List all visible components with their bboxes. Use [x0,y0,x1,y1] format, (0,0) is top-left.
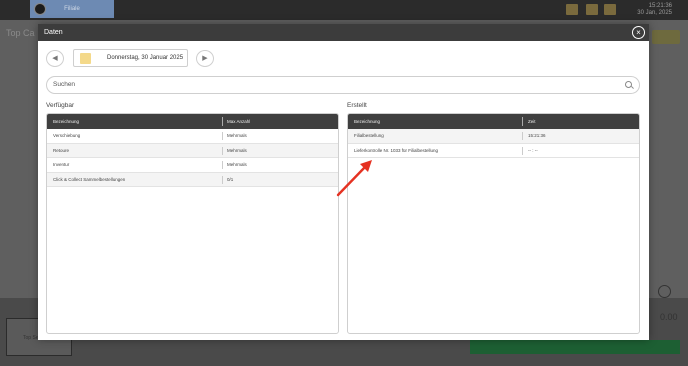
app-topbar: Filiale 15:21:36 30 Jan, 2025 [0,0,688,20]
row-time: 15:21:36 [528,133,546,138]
column-divider [222,161,223,169]
dialog-header: Daten × [38,24,649,41]
available-table: Bezeichnung Max Anzahl Verschiebung Mehr… [46,113,339,334]
available-title: Verfügbar [46,102,75,109]
date-picker[interactable]: Donnerstag, 30 Januar 2025 [73,49,188,67]
table-row[interactable]: Click & Collect Sammelbestellungen 0/1 [47,172,338,187]
table-header: Bezeichnung Max Anzahl [47,114,338,129]
close-icon[interactable]: × [632,26,645,39]
row-max: Mehrmals [227,147,247,153]
app-logo-icon [34,3,46,15]
action-button[interactable] [652,30,680,44]
category-card-label: Top Se [23,335,39,341]
row-name: Retoure [53,147,70,153]
column-divider [222,117,223,126]
app-tab-label: Filiale [64,6,80,12]
table-row[interactable]: Verschiebung Mehrmals [47,129,338,144]
column-header-max: Max Anzahl [227,119,251,124]
row-name: Filialbestellung [354,133,384,138]
home-icon[interactable] [566,4,578,15]
table-row[interactable]: Retoure Mehrmals [47,143,338,158]
row-name: Click & Collect Sammelbestellungen [53,176,126,182]
row-max: 0/1 [227,176,234,182]
chevron-left-icon[interactable]: ◀ [46,50,64,67]
printer-icon[interactable] [586,4,598,15]
column-divider [222,146,223,155]
chevron-right-icon[interactable]: ▶ [196,50,214,67]
search-placeholder: Suchen [53,81,76,88]
table-row[interactable]: Inventur Mehrmals [47,158,338,173]
date-label: Donnerstag, 30 Januar 2025 [107,55,184,61]
table-row[interactable]: Filialbestellung 15:21:36 [348,129,639,144]
settings-icon[interactable] [604,4,616,15]
column-header-time: Zeit [528,119,536,124]
total-price: 0.00 [660,312,678,322]
clock-date: 30 Jan, 2025 [637,10,672,16]
created-title: Erstellt [347,102,367,109]
search-icon [625,81,632,88]
row-name: Lieferkontrolle Nr. 1033 für Filialbeste… [354,147,439,153]
clock: 15:21:36 30 Jan, 2025 [637,3,672,17]
table-row[interactable]: Lieferkontrolle Nr. 1033 für Filialbeste… [348,144,639,158]
clock-time: 15:21:36 [648,3,672,9]
page-title: Top Ca [6,28,35,38]
row-max: Mehrmals [227,162,247,167]
column-divider [222,175,223,184]
column-header-name: Bezeichnung [354,119,381,124]
column-header-name: Bezeichnung [53,119,80,124]
row-time: -- : -- [528,147,538,153]
created-table: Bezeichnung Zeit Filialbestellung 15:21:… [347,113,640,334]
annotation-arrow-icon [336,160,372,197]
clear-icon[interactable] [658,285,671,298]
column-divider [522,117,523,126]
column-divider [222,132,223,140]
calendar-icon [80,53,91,64]
app-tab-filiale[interactable]: Filiale [30,0,114,18]
row-name: Inventur [53,162,70,167]
dialog-title: Daten [44,29,63,36]
row-max: Mehrmals [227,133,247,138]
search-input[interactable]: Suchen [46,76,640,94]
pay-button[interactable] [470,340,680,354]
table-header: Bezeichnung Zeit [348,114,639,129]
column-divider [522,146,523,155]
column-divider [522,132,523,140]
row-name: Verschiebung [53,133,81,138]
